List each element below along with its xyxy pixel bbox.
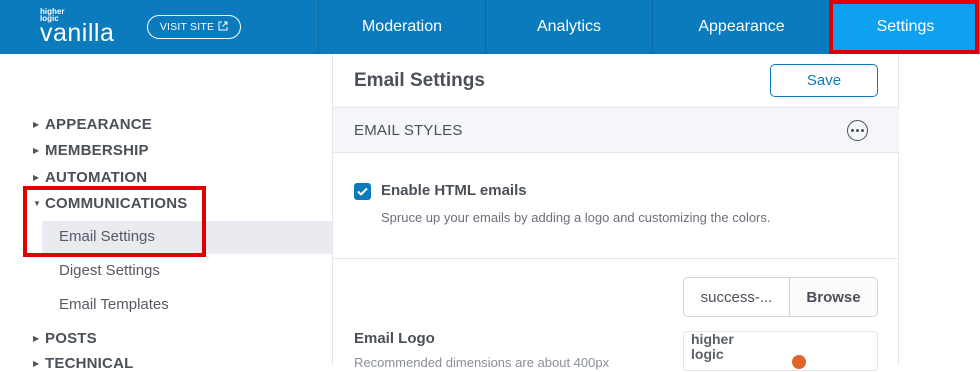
enable-html-checkbox[interactable] xyxy=(354,183,371,200)
sidebar-group-label: MEMBERSHIP xyxy=(45,142,149,159)
page-title: Email Settings xyxy=(354,70,485,91)
settings-highlight-box xyxy=(829,0,979,54)
caret-right-icon: ▶ xyxy=(33,146,40,155)
section-divider xyxy=(333,258,899,259)
logo-dot-icon xyxy=(792,355,806,369)
enable-html-description: Spruce up your emails by adding a logo a… xyxy=(381,210,771,225)
tab-moderation-label: Moderation xyxy=(361,18,443,35)
sidebar-group-label: TECHNICAL xyxy=(45,355,134,372)
save-button[interactable]: Save xyxy=(770,64,878,97)
tab-analytics-label: Analytics xyxy=(536,18,602,35)
section-title: EMAIL STYLES xyxy=(354,122,463,139)
email-logo-label: Email Logo xyxy=(354,330,435,347)
email-logo-preview: higher logic xyxy=(683,331,878,371)
sidebar-group-membership[interactable]: ▶ MEMBERSHIP xyxy=(33,142,149,159)
sidebar-group-label: POSTS xyxy=(45,330,97,347)
sidebar-group-automation[interactable]: ▶ AUTOMATION xyxy=(33,169,147,186)
sidebar-group-technical[interactable]: ▶ TECHNICAL xyxy=(33,355,133,372)
communications-highlight-box xyxy=(23,186,206,257)
more-options-icon[interactable] xyxy=(847,120,868,141)
brand-logo[interactable]: higher logic vanilla xyxy=(40,8,115,47)
sidebar-item-digest-settings[interactable]: Digest Settings xyxy=(59,262,160,279)
enable-html-label[interactable]: Enable HTML emails xyxy=(381,182,527,199)
browse-button[interactable]: Browse xyxy=(790,278,877,316)
visit-site-button[interactable]: VISIT SITE xyxy=(147,15,241,39)
visit-site-label: VISIT SITE xyxy=(159,21,215,33)
external-link-icon xyxy=(218,21,228,34)
logo-preview-text: higher logic xyxy=(691,331,734,362)
section-header: EMAIL STYLES xyxy=(333,107,899,153)
caret-right-icon: ▶ xyxy=(33,359,40,368)
logo-file-picker: success-... Browse xyxy=(683,277,878,317)
tab-moderation[interactable]: Moderation xyxy=(318,0,485,54)
main-panel: Email Settings Save EMAIL STYLES Enable … xyxy=(333,54,899,371)
sidebar-item-email-templates[interactable]: Email Templates xyxy=(59,296,169,313)
sidebar-group-label: APPEARANCE xyxy=(45,116,153,133)
caret-right-icon: ▶ xyxy=(33,173,40,182)
sidebar-group-appearance[interactable]: ▶ APPEARANCE xyxy=(33,116,152,133)
sidebar-group-posts[interactable]: ▶ POSTS xyxy=(33,330,97,347)
tab-analytics[interactable]: Analytics xyxy=(485,0,652,54)
email-logo-description: Recommended dimensions are about 400px xyxy=(354,355,610,370)
sidebar-group-label: AUTOMATION xyxy=(45,169,148,186)
brand-main-text: vanilla xyxy=(40,19,115,47)
caret-right-icon: ▶ xyxy=(33,334,40,343)
tab-appearance-label: Appearance xyxy=(698,18,785,35)
tab-appearance[interactable]: Appearance xyxy=(652,0,830,54)
logo-file-name[interactable]: success-... xyxy=(684,278,790,316)
caret-right-icon: ▶ xyxy=(33,120,40,129)
